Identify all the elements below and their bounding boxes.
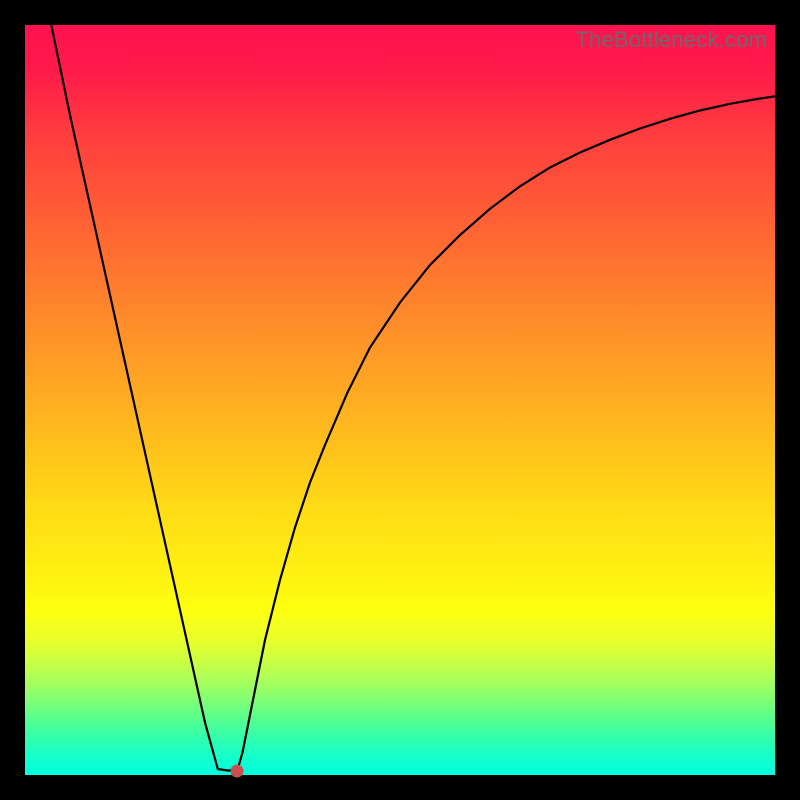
bottleneck-curve (25, 25, 775, 775)
curve-path (51, 25, 775, 771)
chart-plot-area: TheBottleneck.com (25, 25, 775, 775)
optimum-marker (231, 764, 244, 777)
